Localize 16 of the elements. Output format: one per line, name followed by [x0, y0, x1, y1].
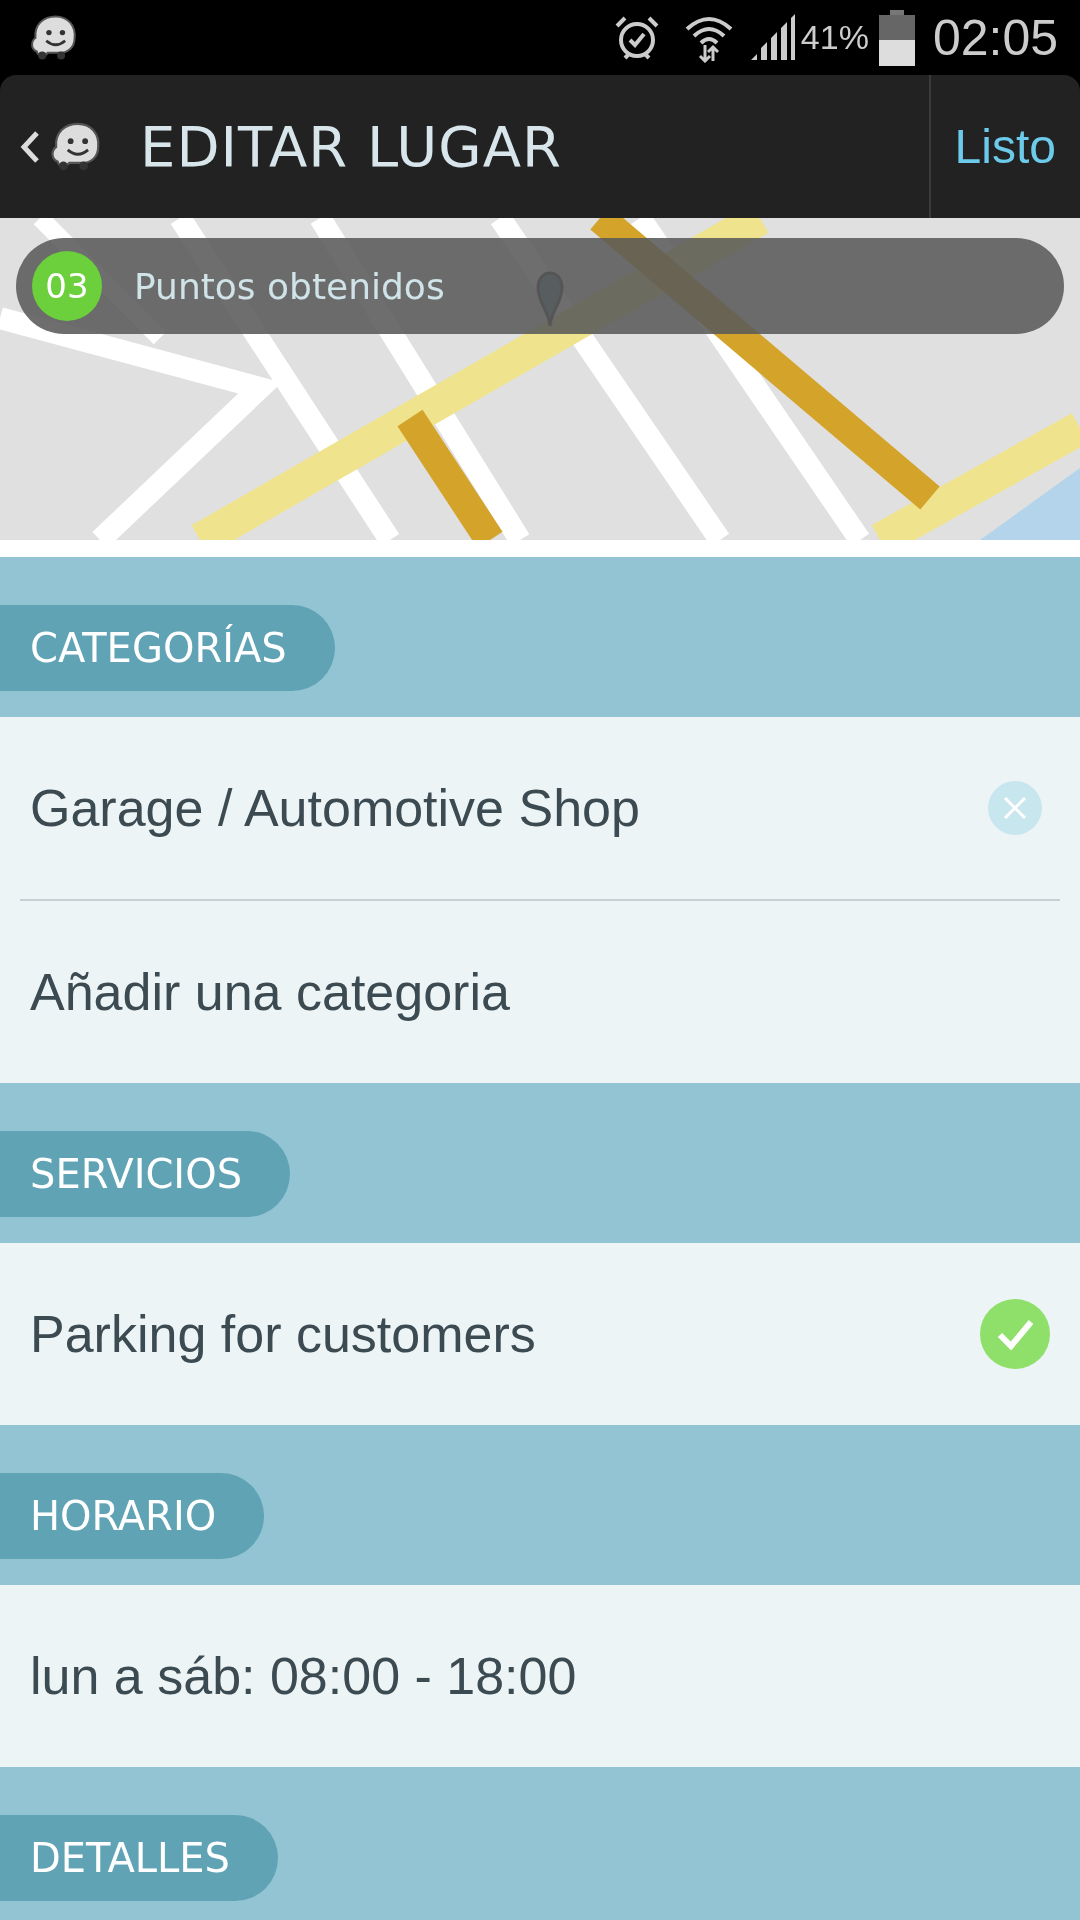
section-title: DETALLES — [0, 1815, 278, 1901]
section-title: SERVICIOS — [0, 1131, 291, 1217]
back-icon[interactable] — [20, 129, 40, 164]
battery-icon — [878, 9, 915, 66]
screen-title: EDITAR LUGAR — [140, 114, 563, 179]
section-title: CATEGORÍAS — [0, 605, 335, 691]
item-text: Garage / Automotive Shop — [30, 778, 641, 838]
status-time: 02:05 — [932, 8, 1058, 67]
check-icon[interactable] — [980, 1299, 1050, 1369]
item-text: Añadir una categoria — [30, 962, 511, 1022]
section-title: HORARIO — [0, 1473, 265, 1559]
points-label: Puntos obtenidos — [134, 265, 445, 307]
item-text: Parking for customers — [30, 1304, 537, 1364]
item-text: lun a sáb: 08:00 - 18:00 — [30, 1646, 578, 1706]
battery-percent: 41% — [800, 18, 869, 57]
points-count: 03 — [32, 251, 102, 321]
